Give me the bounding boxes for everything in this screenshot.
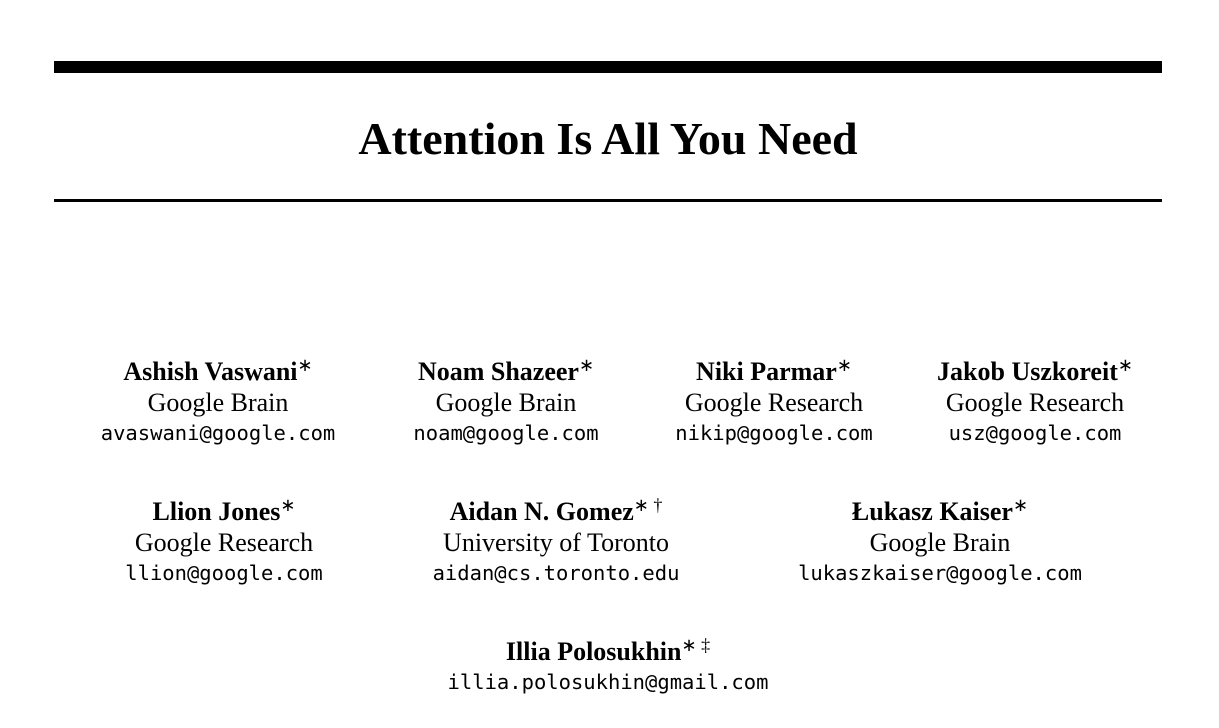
author-name: Noam Shazeer bbox=[417, 357, 579, 386]
author-jones: Llion Jones∗ Google Research llion@googl… bbox=[125, 496, 322, 589]
top-rule bbox=[54, 61, 1162, 73]
author-affiliation: Google Brain bbox=[147, 388, 289, 417]
author-footnote-marks: ∗ bbox=[297, 355, 313, 375]
author-footnote-marks: ∗ bbox=[1012, 495, 1029, 515]
author-footnote-marks: ∗ bbox=[836, 355, 852, 375]
author-footnote-marks: ∗ bbox=[578, 355, 595, 375]
author-uszkoreit: Jakob Uszkoreit∗ Google Research usz@goo… bbox=[937, 356, 1133, 449]
author-affiliation: Google Brain bbox=[869, 528, 1011, 557]
title-bottom-rule bbox=[54, 199, 1162, 202]
author-polosukhin: Illia Polosukhin∗ ‡ illia.polosukhin@gma… bbox=[448, 636, 769, 698]
author-name: Jakob Uszkoreit bbox=[937, 357, 1118, 386]
paper-title: Attention Is All You Need bbox=[358, 113, 858, 164]
author-email: illia.polosukhin@gmail.com bbox=[447, 670, 769, 694]
author-kaiser: Łukasz Kaiser∗ Google Brain lukaszkaiser… bbox=[798, 496, 1082, 589]
author-email: usz@google.com bbox=[948, 421, 1122, 445]
author-email: nikip@google.com bbox=[675, 421, 873, 445]
author-email: noam@google.com bbox=[413, 421, 599, 445]
author-name: Illia Polosukhin bbox=[505, 637, 682, 666]
author-name: Niki Parmar bbox=[696, 357, 837, 386]
author-affiliation: Google Research bbox=[684, 388, 864, 417]
author-affiliation: Google Brain bbox=[435, 388, 577, 417]
author-name: Llion Jones bbox=[152, 497, 281, 526]
author-shazeer: Noam Shazeer∗ Google Brain noam@google.c… bbox=[413, 356, 598, 449]
author-parmar: Niki Parmar∗ Google Research nikip@googl… bbox=[675, 356, 872, 449]
author-name: Aidan N. Gomez bbox=[449, 497, 634, 526]
author-email: avaswani@google.com bbox=[100, 421, 336, 445]
author-affiliation: Google Research bbox=[945, 388, 1125, 417]
author-gomez: Aidan N. Gomez∗ † University of Toronto … bbox=[433, 496, 680, 589]
author-footnote-marks: ∗ bbox=[1117, 355, 1133, 375]
author-footnote-marks: ∗ ‡ bbox=[681, 635, 711, 655]
author-email: lukaszkaiser@google.com bbox=[798, 561, 1082, 585]
author-footnote-marks: ∗ bbox=[280, 495, 296, 515]
author-footnote-marks: ∗ † bbox=[633, 495, 663, 515]
author-vaswani: Ashish Vaswani∗ Google Brain avaswani@go… bbox=[101, 356, 336, 449]
author-name: Ashish Vaswani bbox=[123, 357, 298, 386]
author-affiliation: University of Toronto bbox=[443, 528, 669, 557]
author-email: aidan@cs.toronto.edu bbox=[432, 561, 680, 585]
author-name: Łukasz Kaiser bbox=[851, 497, 1013, 526]
author-email: llion@google.com bbox=[125, 561, 323, 585]
author-affiliation: Google Research bbox=[134, 528, 314, 557]
